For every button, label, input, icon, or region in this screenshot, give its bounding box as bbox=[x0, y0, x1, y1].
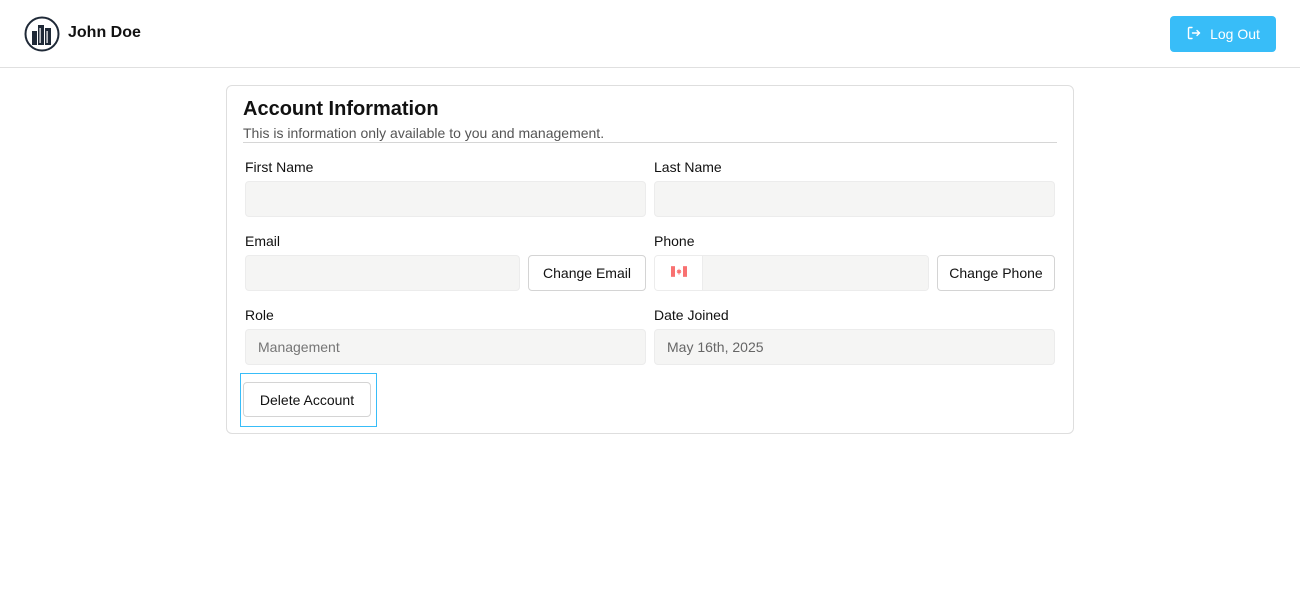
canada-flag-icon bbox=[670, 264, 687, 282]
email-label: Email bbox=[245, 233, 281, 249]
account-information-card: Account Information This is information … bbox=[226, 85, 1074, 434]
card-subtitle: This is information only available to yo… bbox=[243, 125, 605, 141]
logout-icon bbox=[1186, 25, 1202, 44]
phone-field bbox=[654, 255, 929, 291]
first-name-label: First Name bbox=[245, 159, 314, 175]
card-title: Account Information bbox=[243, 98, 439, 120]
role-label: Role bbox=[245, 307, 274, 323]
change-email-button[interactable]: Change Email bbox=[528, 255, 646, 291]
divider bbox=[243, 142, 1057, 143]
change-phone-button[interactable]: Change Phone bbox=[937, 255, 1055, 291]
phone-label: Phone bbox=[654, 233, 695, 249]
last-name-label: Last Name bbox=[654, 159, 722, 175]
user-name: John Doe bbox=[68, 24, 141, 41]
delete-account-button[interactable]: Delete Account bbox=[243, 382, 371, 417]
country-selector[interactable] bbox=[655, 256, 703, 290]
email-input[interactable] bbox=[245, 255, 520, 291]
role-input bbox=[245, 329, 646, 365]
date-joined-label: Date Joined bbox=[654, 307, 729, 323]
logout-label: Log Out bbox=[1210, 26, 1260, 42]
top-header: John Doe Log Out bbox=[0, 0, 1300, 68]
first-name-input[interactable] bbox=[245, 181, 646, 217]
date-joined-input bbox=[654, 329, 1055, 365]
phone-input[interactable] bbox=[703, 256, 928, 290]
last-name-input[interactable] bbox=[654, 181, 1055, 217]
city-logo-icon bbox=[24, 16, 60, 52]
logout-button[interactable]: Log Out bbox=[1170, 16, 1276, 52]
